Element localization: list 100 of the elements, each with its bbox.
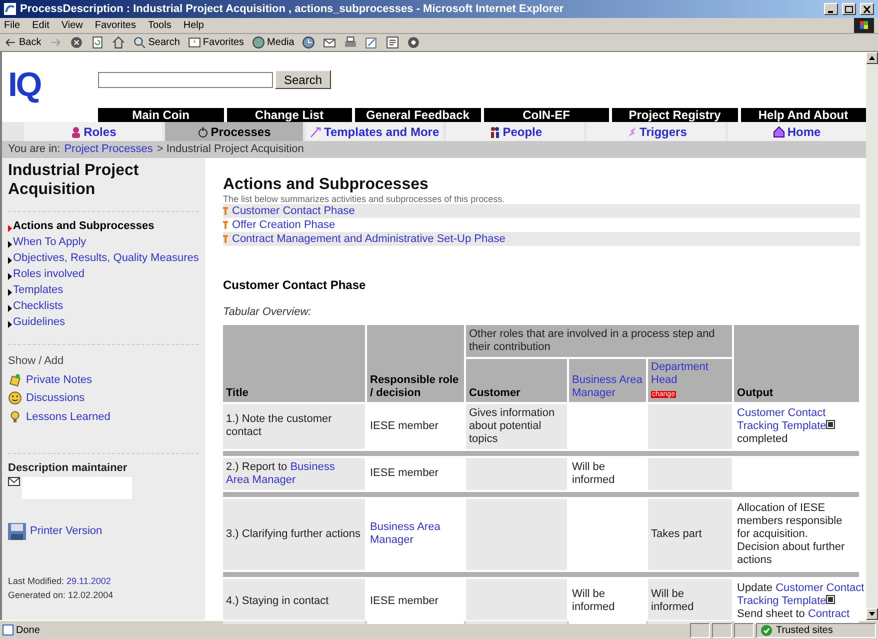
link[interactable]: Customer Contact — [737, 406, 826, 418]
menu-item[interactable]: Help — [183, 18, 204, 33]
media-icon — [252, 36, 266, 49]
nav-tab[interactable]: Templates and More — [306, 122, 444, 141]
sidebar-link[interactable]: Guidelines — [13, 316, 65, 329]
cell-text: 2.) Report to Business — [226, 460, 336, 474]
menu-item[interactable]: Tools — [148, 18, 172, 33]
phase-link[interactable]: Customer Contact Phase — [232, 202, 355, 220]
menu-item[interactable]: Favorites — [94, 18, 136, 33]
roles-icon — [70, 126, 82, 138]
nav-link[interactable]: General Feedback — [355, 108, 480, 122]
close-button[interactable] — [860, 3, 874, 15]
maintainer-heading: Description maintainer — [8, 461, 128, 476]
nav-link[interactable]: Main Coin — [98, 108, 224, 122]
mail-icon — [8, 476, 20, 486]
refresh-button[interactable] — [91, 36, 104, 49]
show-add-heading: Show / Add — [8, 354, 65, 369]
status-panel — [734, 622, 754, 638]
maximize-icon — [845, 6, 853, 12]
nav-link[interactable]: CoIN-EF — [484, 108, 609, 122]
sidebar-link[interactable]: Lessons Learned — [26, 408, 110, 425]
menu-item[interactable]: View — [61, 18, 83, 33]
messenger-button[interactable] — [407, 36, 420, 49]
edit-icon — [365, 36, 378, 49]
history-button[interactable] — [302, 36, 316, 49]
link[interactable]: Contract — [808, 608, 850, 620]
breadcrumb: You are in: Project Processes > Industrial Project Acquisition — [2, 141, 866, 158]
link[interactable]: Tracking Template — [737, 594, 826, 606]
link[interactable]: Business Area — [370, 521, 440, 533]
sidebar-link[interactable]: When To Apply — [13, 236, 86, 249]
window-title: ProcessDescription : Industrial Project Acquisition , actions_subprocesses - Microsoft Internet Explorer — [20, 2, 565, 17]
stop-button[interactable] — [70, 36, 84, 49]
favorites-icon — [188, 36, 201, 49]
logo: IQ — [7, 65, 42, 106]
forward-icon — [49, 36, 62, 49]
maximize-button[interactable] — [842, 3, 856, 15]
nav-tab[interactable]: Home — [728, 122, 866, 141]
sidebar-link[interactable]: Roles involved — [13, 268, 85, 281]
close-icon — [863, 6, 871, 12]
media-button[interactable]: Media — [252, 35, 294, 50]
column-link[interactable]: Department Head — [651, 360, 730, 386]
breadcrumb-link[interactable]: Project Processes — [64, 141, 153, 158]
column-link[interactable]: Business Area Manager — [572, 374, 643, 400]
templates-icon — [310, 126, 322, 138]
last-modified-text: Last Modified: 29.11.2002 — [8, 575, 112, 588]
scroll-down-icon[interactable] — [869, 612, 875, 616]
nav-link[interactable]: Help And About — [740, 108, 866, 122]
sidebar-title: Industrial Project Acquisition — [8, 161, 140, 199]
link[interactable]: Tracking Template — [737, 420, 826, 432]
menu-item[interactable]: Edit — [32, 18, 50, 33]
link[interactable]: Customer Contact — [776, 582, 864, 594]
sidebar-link[interactable]: Objectives, Results, Quality Measures — [13, 252, 199, 265]
history-icon — [302, 36, 316, 49]
discuss-button[interactable] — [386, 36, 400, 49]
sidebar-link[interactable]: Templates — [13, 284, 64, 297]
date-link[interactable]: 29.11.2002 — [66, 576, 111, 586]
minimize-button[interactable] — [824, 3, 838, 15]
cell-text: Send sheet to Contract — [737, 608, 851, 620]
sidebar-link[interactable]: Private Notes — [26, 372, 92, 388]
cell-text: Will be informed — [651, 588, 695, 614]
column-header: Output — [734, 324, 859, 402]
nav-tab[interactable]: Roles — [24, 122, 162, 141]
phase-link[interactable]: Offer Creation Phase — [232, 216, 336, 234]
link[interactable]: Business — [290, 460, 335, 472]
nav-tab[interactable]: Processes — [164, 122, 303, 141]
back-button[interactable]: Back — [4, 35, 42, 50]
printer-version-link[interactable]: Printer Version — [30, 522, 102, 540]
arrow-icon — [8, 289, 12, 296]
sidebar-link[interactable]: Discussions — [26, 390, 85, 406]
nav-link[interactable]: Project Registry — [612, 108, 738, 122]
nav-link[interactable]: Change List — [226, 108, 352, 122]
table-caption: Tabular Overview: — [223, 305, 312, 320]
link[interactable]: Manager — [370, 534, 414, 546]
column-header: Customer — [466, 358, 567, 402]
messenger-icon — [407, 36, 420, 49]
menu-item[interactable]: File — [4, 18, 20, 33]
mail-button[interactable] — [323, 36, 336, 49]
search-field[interactable] — [98, 72, 273, 88]
home-button[interactable] — [112, 36, 126, 49]
search-button[interactable]: Search — [275, 70, 332, 89]
nav-tab[interactable]: Triggers — [587, 122, 726, 141]
sidebar-link[interactable]: Checklists — [13, 300, 64, 313]
arrow-icon — [8, 273, 12, 280]
sidebar-link[interactable]: Actions and Subprocesses — [13, 220, 154, 233]
zone-text: Trusted sites — [776, 624, 833, 638]
favorites-button[interactable]: Favorites — [188, 35, 244, 50]
back-icon — [4, 36, 17, 49]
phase-link[interactable]: Contract Management and Administrative Set-Up Phase — [232, 230, 506, 248]
lessons-icon — [8, 410, 22, 424]
cell-text: 4.) Staying in contact — [226, 594, 330, 608]
nav-tab[interactable]: People — [446, 122, 584, 141]
print-icon — [344, 36, 358, 49]
arrow-icon — [8, 241, 12, 248]
search-button[interactable]: Search — [133, 35, 180, 50]
edit-button[interactable] — [365, 36, 378, 49]
scroll-up-icon[interactable] — [869, 56, 875, 60]
home-icon — [112, 36, 126, 49]
print-button[interactable] — [344, 36, 358, 49]
cell-text: 1.) Note the customer contact — [226, 413, 333, 439]
link[interactable]: Area Manager — [226, 474, 296, 486]
